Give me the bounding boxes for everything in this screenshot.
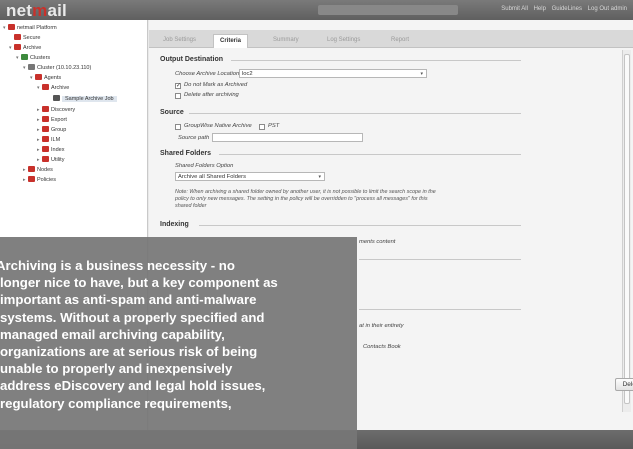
netmail-logo: netmail <box>6 1 67 20</box>
utility-icon <box>42 156 49 162</box>
attachments-content-label: ments content <box>359 239 396 245</box>
shared-folder-note: Note: When archiving a shared folder own… <box>175 189 436 209</box>
help-link[interactable]: Help <box>534 6 546 12</box>
tree-item-platform[interactable]: ▾ netmail Platform <box>3 24 57 33</box>
tree-item-nodes[interactable]: ▸ Nodes <box>23 166 53 175</box>
nodes-icon <box>28 166 35 172</box>
tree-item-ilm[interactable]: ▸ ILM <box>37 136 60 145</box>
logout-link[interactable]: Log Out admin <box>588 6 627 12</box>
do-not-mark-checkbox[interactable]: ✓ <box>175 83 181 89</box>
index-icon <box>42 146 49 152</box>
group-icon <box>42 126 49 132</box>
section-divider <box>199 225 521 226</box>
section-divider <box>189 113 521 114</box>
clusters-icon <box>21 54 28 60</box>
indexing-heading: Indexing <box>160 221 189 228</box>
quote-text: Archiving is a business necessity - no l… <box>0 258 278 411</box>
delete-after-label: Delete after archiving <box>184 92 239 98</box>
archive-agent-icon <box>42 84 49 90</box>
agents-icon <box>35 74 42 80</box>
form-scrollbar[interactable] <box>622 50 631 412</box>
tree-item-secure[interactable]: Secure <box>9 34 40 43</box>
section-divider <box>219 154 521 155</box>
dropdown-arrow-icon: ▾ <box>318 174 321 180</box>
source-heading: Source <box>160 109 184 116</box>
ilm-icon <box>42 136 49 142</box>
tree-item-cluster[interactable]: ▾ Cluster (10.10.23.110) <box>23 64 91 73</box>
tab-bar: Job Settings Criteria Summary Log Settin… <box>149 30 633 48</box>
shared-folders-heading: Shared Folders <box>160 150 211 157</box>
discovery-icon <box>42 106 49 112</box>
secure-icon <box>14 34 21 40</box>
shared-option-label: Shared Folders Option <box>175 163 234 169</box>
dropdown-arrow-icon: ▾ <box>420 71 423 77</box>
quote-overlay: Archiving is a business necessity - no l… <box>0 237 357 449</box>
tab-log-settings[interactable]: Log Settings <box>321 34 366 48</box>
output-destination-heading: Output Destination <box>160 56 223 63</box>
top-search-field[interactable] <box>318 5 458 15</box>
delete-after-checkbox[interactable] <box>175 93 181 99</box>
tree-item-group[interactable]: ▸ Group <box>37 126 66 135</box>
platform-icon <box>8 24 15 30</box>
tree-item-policies[interactable]: ▸ Policies <box>23 176 56 185</box>
source-path-input[interactable] <box>212 133 363 142</box>
tree-item-agents[interactable]: ▾ Agents <box>30 74 61 83</box>
groupwise-archive-label: GroupWise Native Archive <box>184 123 252 129</box>
delete-button[interactable]: Delete <box>615 378 633 391</box>
pst-label: PST <box>268 123 280 129</box>
tree-item-sample-archive-job[interactable]: Sample Archive Job <box>48 95 117 104</box>
tab-report[interactable]: Report <box>385 34 415 48</box>
tab-job-settings[interactable]: Job Settings <box>157 34 202 48</box>
tree-item-archive[interactable]: ▾ Archive <box>9 44 41 53</box>
section-divider <box>359 309 521 310</box>
tree-item-discovery[interactable]: ▸ Discovery <box>37 106 75 115</box>
scrollbar-thumb[interactable] <box>624 54 630 404</box>
entirety-label: at in their entirety <box>359 323 404 329</box>
pst-checkbox[interactable] <box>259 124 265 130</box>
submit-all-link[interactable]: Submit All <box>501 6 528 12</box>
policies-icon <box>28 176 35 182</box>
top-links: Submit All Help GuideLines Log Out admin <box>497 6 627 12</box>
section-divider <box>359 259 521 260</box>
tab-summary[interactable]: Summary <box>267 34 305 48</box>
source-path-label: Source path <box>178 135 210 141</box>
tree-item-clusters[interactable]: ▾ Clusters <box>16 54 50 63</box>
contacts-book-label: Contacts Book <box>363 344 401 350</box>
job-icon <box>53 95 60 101</box>
archive-location-label: Choose Archive Location <box>175 71 240 77</box>
top-bar: netmail Submit All Help GuideLines Log O… <box>0 0 633 20</box>
tree-item-export[interactable]: ▸ Export <box>37 116 67 125</box>
tree-item-archive-agent[interactable]: ▾ Archive <box>37 84 69 93</box>
section-divider <box>231 60 521 61</box>
groupwise-archive-checkbox[interactable] <box>175 124 181 130</box>
guidelines-link[interactable]: GuideLines <box>552 6 582 12</box>
tree-item-index[interactable]: ▸ Index <box>37 146 64 155</box>
tab-criteria[interactable]: Criteria <box>213 34 249 48</box>
export-icon <box>42 116 49 122</box>
archive-location-select[interactable]: loc2 ▾ <box>239 69 427 78</box>
cluster-icon <box>28 64 35 70</box>
tree-item-utility[interactable]: ▸ Utility <box>37 156 64 165</box>
do-not-mark-label: Do not Mark as Archived <box>184 82 248 88</box>
shared-option-select[interactable]: Archive all Shared Folders ▾ <box>175 172 325 181</box>
archive-icon <box>14 44 21 50</box>
